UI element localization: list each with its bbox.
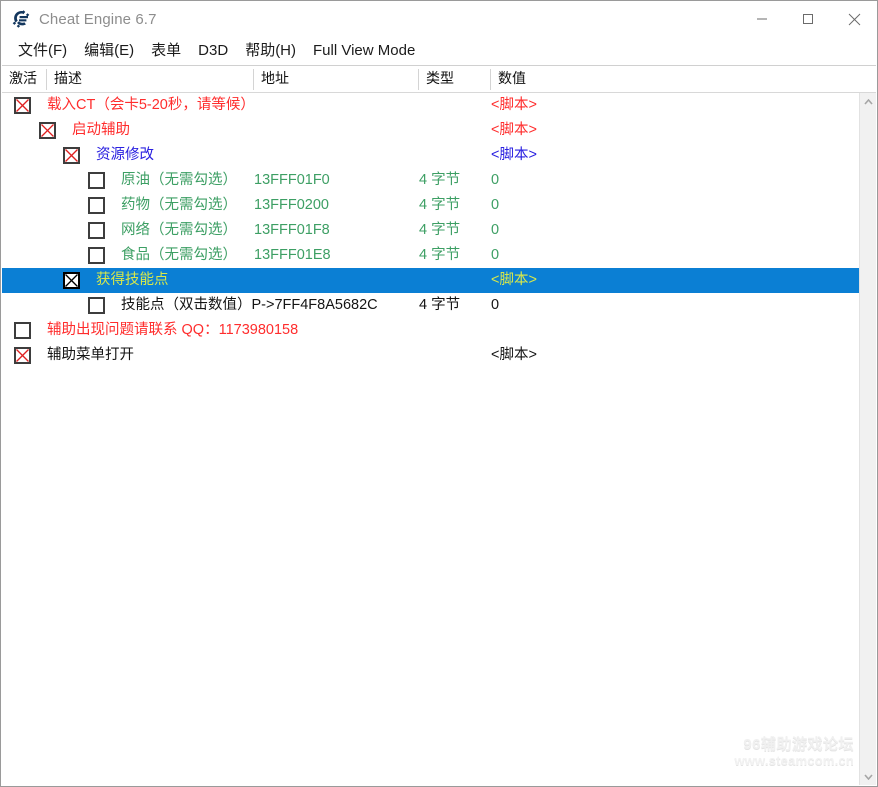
menu-file[interactable]: 文件(F) [10, 40, 76, 62]
cell-address[interactable]: 13FFF0200 [254, 193, 329, 218]
cell-description[interactable]: 载入CT（会卡5-20秒，请等候） [47, 93, 255, 118]
vertical-scrollbar[interactable] [859, 93, 876, 785]
row-checkbox[interactable] [14, 347, 31, 364]
row-checkbox[interactable] [14, 97, 31, 114]
cell-description[interactable]: 启动辅助 [72, 118, 130, 143]
row-network[interactable]: 网络（无需勾选） 13FFF01F8 4 字节 0 [2, 218, 860, 243]
menu-edit[interactable]: 编辑(E) [76, 40, 143, 62]
menu-full-view-mode[interactable]: Full View Mode [305, 40, 424, 62]
window-title: Cheat Engine 6.7 [39, 10, 157, 28]
scroll-down-button[interactable] [860, 768, 876, 785]
cell-value[interactable]: <脚本> [491, 118, 537, 143]
row-checkbox[interactable] [88, 197, 105, 214]
cell-value[interactable]: <脚本> [491, 268, 537, 293]
checkbox-x-icon [65, 149, 78, 162]
close-icon [848, 13, 860, 25]
cell-address[interactable]: 13FFF01E8 [254, 243, 331, 268]
row-crude-oil[interactable]: 原油（无需勾选） 13FFF01F0 4 字节 0 [2, 168, 860, 193]
maximize-button[interactable] [785, 1, 831, 37]
menu-table[interactable]: 表单 [143, 40, 190, 62]
cell-description[interactable]: 辅助出现问题请联系 QQ：1173980158 [47, 318, 298, 343]
row-contact-qq[interactable]: 辅助出现问题请联系 QQ：1173980158 [2, 318, 860, 343]
close-button[interactable] [831, 1, 877, 37]
column-active[interactable]: 激活 [2, 66, 37, 92]
cell-type[interactable]: 4 字节 [419, 168, 460, 193]
cell-value[interactable]: 0 [491, 293, 499, 318]
column-separator-2[interactable] [418, 69, 419, 90]
cell-description[interactable]: 资源修改 [96, 143, 154, 168]
row-checkbox[interactable] [88, 172, 105, 189]
cheat-engine-logo-icon [12, 10, 30, 28]
cell-value[interactable]: <脚本> [491, 93, 537, 118]
table-rows: 载入CT（会卡5-20秒，请等候） <脚本> 启动辅助 <脚本> 资源修改 <脚本> 原油（… [2, 93, 860, 785]
row-checkbox[interactable] [88, 247, 105, 264]
cell-address[interactable]: 13FFF01F0 [254, 168, 330, 193]
table-column-header: 激活 描述 地址 类型 数值 [2, 66, 876, 93]
cell-type[interactable]: 4 字节 [419, 193, 460, 218]
cell-description[interactable]: 原油（无需勾选） [121, 168, 237, 193]
minimize-icon [757, 18, 767, 20]
column-address[interactable]: 地址 [254, 66, 289, 92]
cell-value[interactable]: 0 [491, 168, 499, 193]
chevron-up-icon [863, 98, 873, 105]
cell-value[interactable]: <脚本> [491, 343, 537, 368]
menu-help[interactable]: 帮助(H) [237, 40, 305, 62]
column-type[interactable]: 类型 [419, 66, 454, 92]
row-checkbox[interactable] [88, 297, 105, 314]
row-get-skill-points[interactable]: 获得技能点 <脚本> [2, 268, 860, 293]
checkbox-x-icon [65, 274, 78, 287]
cell-description[interactable]: 食品（无需勾选） [121, 243, 237, 268]
row-checkbox[interactable] [63, 147, 80, 164]
column-separator-1[interactable] [253, 69, 254, 90]
row-assist-menu-open[interactable]: 辅助菜单打开 <脚本> [2, 343, 860, 368]
column-separator-0[interactable] [46, 69, 47, 90]
cell-address[interactable]: 13FFF01F8 [254, 218, 330, 243]
cell-type[interactable]: 4 字节 [419, 218, 460, 243]
checkbox-x-icon [16, 349, 29, 362]
row-checkbox[interactable] [63, 272, 80, 289]
menu-bar: 文件(F) 编辑(E) 表单 D3D 帮助(H) Full View Mode [1, 37, 877, 64]
cheat-engine-window: Cheat Engine 6.7 文件(F) 编辑(E) 表单 D3D 帮助(H… [0, 0, 878, 787]
cell-description[interactable]: 网络（无需勾选） [121, 218, 237, 243]
checkbox-x-icon [16, 99, 29, 112]
row-medicine[interactable]: 药物（无需勾选） 13FFF0200 4 字节 0 [2, 193, 860, 218]
cell-type[interactable]: 4 字节 [419, 293, 460, 318]
cell-type[interactable]: 4 字节 [419, 243, 460, 268]
cell-value[interactable]: <脚本> [491, 143, 537, 168]
cell-description[interactable]: 技能点（双击数值）P->7FF4F8A5682C [121, 293, 378, 318]
chevron-down-icon [863, 773, 873, 780]
cell-description[interactable]: 辅助菜单打开 [47, 343, 134, 368]
row-resource-modify[interactable]: 资源修改 <脚本> [2, 143, 860, 168]
cell-value[interactable]: 0 [491, 243, 499, 268]
maximize-icon [803, 14, 813, 24]
column-value[interactable]: 数值 [491, 66, 526, 92]
cell-description[interactable]: 获得技能点 [96, 268, 169, 293]
row-start-assist[interactable]: 启动辅助 <脚本> [2, 118, 860, 143]
menu-d3d[interactable]: D3D [190, 40, 237, 62]
minimize-button[interactable] [739, 1, 785, 37]
row-skill-point-value[interactable]: 技能点（双击数值）P->7FF4F8A5682C 4 字节 0 [2, 293, 860, 318]
row-checkbox[interactable] [88, 222, 105, 239]
window-controls [739, 1, 877, 37]
cell-value[interactable]: 0 [491, 193, 499, 218]
row-food[interactable]: 食品（无需勾选） 13FFF01E8 4 字节 0 [2, 243, 860, 268]
title-bar: Cheat Engine 6.7 [1, 1, 877, 37]
column-separator-3[interactable] [490, 69, 491, 90]
cell-description[interactable]: 药物（无需勾选） [121, 193, 237, 218]
cell-value[interactable]: 0 [491, 218, 499, 243]
scroll-up-button[interactable] [860, 93, 876, 110]
checkbox-x-icon [41, 124, 54, 137]
column-description[interactable]: 描述 [47, 66, 82, 92]
row-checkbox[interactable] [39, 122, 56, 139]
row-checkbox[interactable] [14, 322, 31, 339]
cheat-table: 激活 描述 地址 类型 数值 载入CT（会卡5-20秒，请等候） <脚本> 启动辅助 <脚本>… [2, 65, 876, 785]
row-load-ct[interactable]: 载入CT（会卡5-20秒，请等候） <脚本> [2, 93, 860, 118]
